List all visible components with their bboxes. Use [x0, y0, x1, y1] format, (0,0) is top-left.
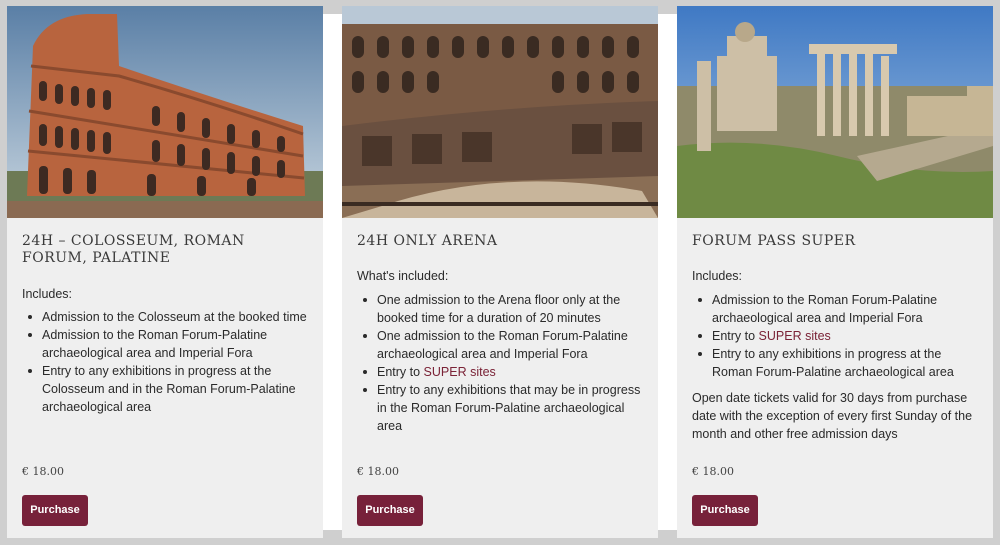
purchase-button[interactable]: Purchase: [357, 495, 423, 526]
ticket-card-arena: 24h only Arena What's included: One admi…: [342, 6, 658, 538]
roman-forum-photo: [677, 6, 993, 218]
card-title: 24h only Arena: [357, 233, 498, 249]
colosseum-photo: [7, 6, 323, 218]
price: € 18.00: [357, 465, 399, 478]
arena-photo: [342, 6, 658, 218]
included-list: Admission to the Roman Forum-Palatine ar…: [692, 291, 982, 381]
list-item: Admission to the Roman Forum-Palatine ar…: [22, 326, 312, 362]
list-item: Admission to the Colosseum at the booked…: [22, 308, 312, 326]
purchase-button[interactable]: Purchase: [22, 495, 88, 526]
list-item: One admission to the Arena floor only at…: [357, 291, 647, 327]
included-list: One admission to the Arena floor only at…: [357, 291, 647, 435]
list-item: Entry to any exhibitions that may be in …: [357, 381, 647, 435]
item-prefix: Entry to: [712, 329, 759, 343]
list-item: Entry to any exhibitions in progress at …: [22, 362, 312, 416]
price: € 18.00: [22, 465, 64, 478]
validity-note: Open date tickets valid for 30 days from…: [692, 391, 973, 441]
card-title: 24h – Colosseum, Roman Forum, Palatine: [22, 233, 245, 266]
list-item: Entry to SUPER sites: [692, 327, 982, 345]
list-item: Entry to SUPER sites: [357, 363, 647, 381]
ticket-card-forum-pass: Forum Pass SUPER Includes: Admission to …: [677, 6, 993, 538]
list-item: Admission to the Roman Forum-Palatine ar…: [692, 291, 982, 327]
card-intro: Includes:: [692, 269, 743, 283]
card-intro: Includes:: [22, 287, 73, 301]
item-prefix: Entry to: [377, 365, 424, 379]
included-list: Admission to the Colosseum at the booked…: [22, 308, 312, 416]
list-item: Entry to any exhibitions in progress at …: [692, 345, 982, 381]
super-sites-link[interactable]: SUPER sites: [424, 365, 496, 379]
list-item: One admission to the Roman Forum-Palatin…: [357, 327, 647, 363]
card-intro: What's included:: [357, 269, 449, 283]
ticket-card-colosseum: 24h – Colosseum, Roman Forum, Palatine I…: [7, 6, 323, 538]
card-title: Forum Pass SUPER: [692, 233, 856, 249]
price: € 18.00: [692, 465, 734, 478]
super-sites-link[interactable]: SUPER sites: [759, 329, 831, 343]
purchase-button[interactable]: Purchase: [692, 495, 758, 526]
